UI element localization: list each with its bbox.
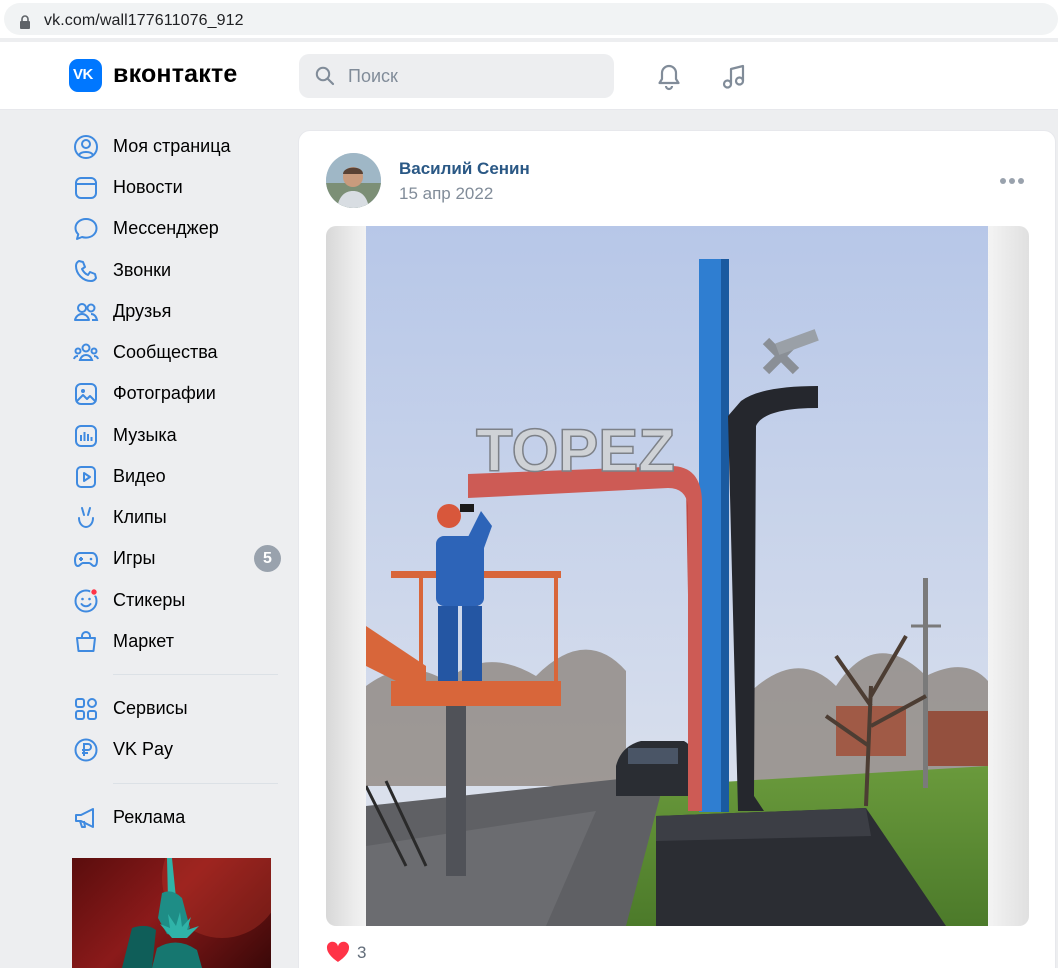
avatar[interactable] [326, 153, 381, 208]
menu-item-label: Друзья [113, 301, 172, 321]
menu-item-vk-pay[interactable]: VK Pay [72, 728, 287, 769]
friends-icon [74, 303, 99, 321]
menu-item-my-page[interactable]: Моя страница [72, 125, 287, 166]
services-icon [75, 698, 97, 720]
vk-logo-icon[interactable]: VK [69, 59, 102, 92]
video-icon [76, 466, 96, 488]
music-icon [75, 425, 97, 447]
menu-item-messenger[interactable]: Мессенджер [72, 207, 287, 248]
menu-item-label: Звонки [113, 260, 172, 280]
menu-item-video[interactable]: Видео [72, 455, 287, 496]
user-circle-icon [74, 135, 98, 159]
menu-item-clips[interactable]: Клипы [72, 496, 287, 537]
sign-text: TOPEZ [476, 417, 675, 484]
menu-item-games[interactable]: Игры 5 [72, 537, 287, 578]
newsfeed-icon [75, 177, 97, 199]
megaphone-icon [75, 808, 94, 828]
menu-item-label: Музыка [113, 425, 177, 445]
url-field[interactable]: vk.com/wall177611076_912 [4, 3, 1058, 35]
menu-item-music[interactable]: Музыка [72, 414, 287, 455]
bell-icon[interactable] [654, 62, 684, 92]
market-icon [76, 631, 96, 652]
vkpay-icon [74, 738, 98, 762]
menu-item-label: Маркет [113, 631, 174, 651]
phone-icon [75, 260, 97, 282]
ad-banner-image[interactable] [72, 858, 271, 968]
town-sign-photo: TOPEZ [366, 226, 988, 926]
like-count: 3 [357, 943, 367, 962]
statue-of-liberty-illustration [122, 858, 271, 968]
menu-item-communities[interactable]: Сообщества [72, 331, 287, 372]
games-icon [74, 552, 98, 567]
menu-item-label: Клипы [113, 507, 167, 527]
search-placeholder: Поиск [348, 66, 398, 86]
menu-item-label: Стикеры [113, 590, 186, 610]
lock-icon [20, 15, 30, 29]
logo-text[interactable]: вконтакте [113, 60, 238, 89]
more-options-icon[interactable] [999, 175, 1025, 187]
menu-item-label: Сообщества [113, 342, 218, 362]
logo-mark: VK [73, 66, 93, 83]
menu-item-stickers[interactable]: Стикеры [72, 579, 287, 620]
menu-item-label: Видео [113, 466, 166, 486]
menu-item-services[interactable]: Сервисы [72, 687, 287, 728]
search-icon [315, 66, 335, 86]
menu-item-photos[interactable]: Фотографии [72, 372, 287, 413]
post-date[interactable]: 15 апр 2022 [399, 184, 493, 204]
menu-item-label: VK Pay [113, 739, 174, 759]
post-author-name[interactable]: Василий Сенин [399, 159, 530, 179]
search-input[interactable]: Поиск [299, 54, 614, 98]
menu-item-market[interactable]: Маркет [72, 620, 287, 661]
author-photo [326, 153, 381, 208]
site-header: VK вконтакте Поиск [0, 42, 1058, 110]
post-photo[interactable]: TOPEZ [326, 226, 1029, 926]
menu-divider [113, 783, 278, 784]
menu-item-label: Игры [113, 548, 156, 568]
menu-item-label: Новости [113, 177, 183, 197]
communities-icon [73, 343, 99, 361]
stickers-icon [74, 588, 98, 613]
heart-icon [326, 941, 350, 962]
menu-item-calls[interactable]: Звонки [72, 249, 287, 290]
menu-item-friends[interactable]: Друзья [72, 290, 287, 331]
menu-item-label: Фотографии [113, 383, 216, 403]
menu-item-news[interactable]: Новости [72, 166, 287, 207]
menu-divider [113, 674, 278, 675]
menu-item-label: Реклама [113, 807, 186, 827]
like-button[interactable]: 3 [326, 941, 366, 965]
menu-item-label: Мессенджер [113, 218, 219, 238]
menu-item-ads[interactable]: Реклама [72, 796, 287, 837]
browser-address-bar: vk.com/wall177611076_912 [0, 0, 1058, 38]
games-counter-badge: 5 [254, 545, 281, 572]
menu-item-label: Моя страница [113, 136, 231, 156]
menu-item-label: Сервисы [113, 698, 188, 718]
music-note-icon[interactable] [719, 62, 749, 92]
photos-icon [75, 383, 97, 405]
message-icon [74, 218, 98, 240]
wall-post: Василий Сенин 15 апр 2022 TOPEZ 3 [298, 130, 1056, 968]
url-text: vk.com/wall177611076_912 [44, 12, 244, 29]
clips-icon [78, 507, 94, 529]
